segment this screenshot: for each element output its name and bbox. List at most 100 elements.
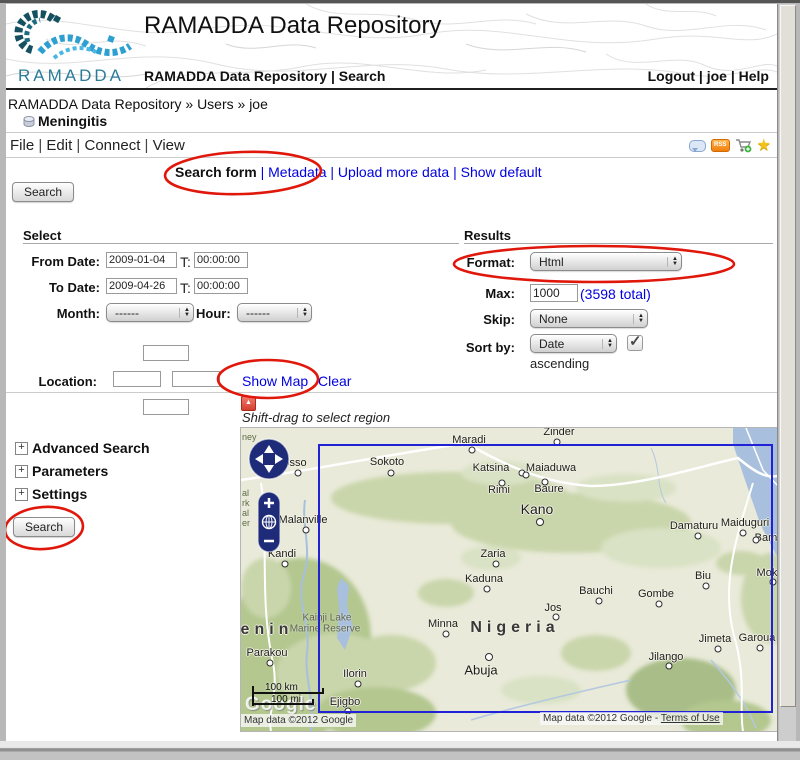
total-count-link[interactable]: (3598 total) — [580, 286, 651, 302]
from-date-input[interactable] — [106, 252, 177, 268]
chevron-up-down-icon: ▲▼ — [602, 339, 613, 349]
tab-metadata[interactable]: Metadata — [268, 164, 326, 180]
content-scrollbar-divider — [777, 4, 778, 741]
search-button-bottom[interactable]: Search — [13, 517, 75, 537]
svg-text:100 mi: 100 mi — [271, 694, 301, 705]
window-bottom-frame — [0, 741, 800, 760]
map-hint-text: Shift-drag to select region — [242, 410, 390, 425]
map-city-label: Parakou — [247, 647, 288, 659]
location-south-input[interactable] — [143, 399, 189, 415]
sort-select[interactable]: Date ▲▼ — [530, 334, 617, 353]
vertical-scrollbar[interactable] — [779, 4, 796, 741]
location-west-input[interactable] — [113, 371, 161, 387]
ramadda-logo-icon — [10, 6, 138, 66]
section-advanced-search[interactable]: Advanced Search — [32, 440, 150, 456]
section-parameters[interactable]: Parameters — [32, 463, 108, 479]
month-label: Month: — [6, 306, 100, 321]
star-icon[interactable]: ★ — [757, 139, 771, 153]
comment-icon[interactable] — [689, 140, 706, 152]
tab-show-default[interactable]: Show default — [461, 164, 542, 180]
svg-text:100 km: 100 km — [265, 682, 298, 693]
format-select[interactable]: Html ▲▼ — [530, 252, 682, 271]
chevron-up-down-icon: ▲▼ — [633, 314, 644, 324]
skip-label: Skip: — [386, 312, 515, 327]
page-title: RAMADDA Data Repository — [144, 12, 441, 40]
scrollbar-thumb[interactable] — [780, 5, 796, 707]
form-divider — [6, 392, 777, 393]
map-city-label: Zinder — [543, 427, 574, 438]
terms-of-use-link[interactable]: Terms of Use — [661, 713, 720, 724]
map-label-fragment: rk — [242, 498, 250, 508]
map-city-marker — [282, 561, 289, 568]
page-content: RAMADDA RAMADDA Data Repository RAMADDA … — [6, 4, 777, 741]
tab-search-form[interactable]: Search form — [175, 164, 257, 180]
to-time-t-label: T: — [180, 280, 191, 296]
map-attribution-left: Map data ©2012 Google — [241, 714, 356, 727]
select-section-header: Select — [23, 228, 61, 243]
hour-label: Hour: — [196, 306, 234, 321]
expand-plus-icon[interactable]: + — [15, 488, 28, 501]
repository-nav-links[interactable]: RAMADDA Data Repository | Search — [144, 68, 385, 84]
select-divider — [23, 243, 459, 244]
map-scale-bar: 100 km 100 mi — [251, 680, 341, 712]
map-city-marker — [267, 660, 274, 667]
max-input[interactable] — [530, 284, 578, 302]
page-header: RAMADDA RAMADDA Data Repository RAMADDA … — [6, 4, 777, 90]
search-button-top[interactable]: Search — [12, 182, 74, 202]
entry-cylinder-icon — [22, 115, 36, 128]
show-map-link[interactable]: Show Map — [242, 373, 308, 389]
map-selection-rectangle[interactable] — [318, 444, 773, 713]
map-pan-control[interactable] — [248, 438, 290, 480]
from-date-label: From Date: — [6, 254, 100, 269]
menu-bar: File | Edit | Connect | View — [10, 137, 185, 154]
results-divider — [464, 243, 773, 244]
menu-item-edit[interactable]: Edit — [46, 137, 72, 154]
clear-link[interactable]: Clear — [318, 373, 351, 389]
menu-row: File | Edit | Connect | View RSS ★ — [6, 133, 777, 158]
location-north-input[interactable] — [143, 345, 189, 361]
cart-icon[interactable] — [735, 138, 752, 153]
breadcrumb[interactable]: RAMADDA Data Repository » Users » joe — [8, 96, 268, 112]
expand-plus-icon[interactable]: + — [15, 465, 28, 478]
entry-tabs: Search form | Metadata | Upload more dat… — [175, 164, 542, 180]
menu-item-file[interactable]: File — [10, 137, 34, 154]
location-label: Location: — [6, 374, 97, 389]
map-zoom-control[interactable] — [258, 492, 280, 552]
section-settings[interactable]: Settings — [32, 486, 87, 502]
sort-ascending-checkbox[interactable] — [627, 335, 643, 351]
month-select[interactable]: ------ ▲▼ — [106, 303, 194, 322]
entry-row: Meningitis — [6, 111, 777, 133]
chevron-up-down-icon: ▲▼ — [297, 308, 308, 318]
from-time-input[interactable] — [194, 252, 248, 268]
map-label-fragment: al — [242, 508, 249, 518]
map-city-marker — [303, 527, 310, 534]
results-section-header: Results — [464, 228, 511, 243]
max-label: Max: — [386, 286, 515, 301]
format-label: Format: — [386, 255, 515, 270]
to-date-input[interactable] — [106, 278, 177, 294]
skip-select[interactable]: None ▲▼ — [530, 309, 648, 328]
tab-upload-more-data[interactable]: Upload more data — [338, 164, 449, 180]
user-links[interactable]: Logout | joe | Help — [648, 68, 769, 84]
sort-order-text: ascending — [530, 356, 589, 371]
window-top-edge — [0, 0, 800, 3]
map-label-fragment: er — [242, 518, 250, 528]
chevron-up-down-icon: ▲▼ — [667, 257, 678, 267]
menu-item-connect[interactable]: Connect — [85, 137, 141, 154]
rss-icon[interactable]: RSS — [711, 139, 730, 152]
chevron-up-down-icon: ▲▼ — [179, 308, 190, 318]
map-city-marker — [295, 470, 302, 477]
map-label-fragment: al — [242, 488, 249, 498]
map-panel: ▲ Shift-drag to select region — [240, 394, 777, 734]
hour-select[interactable]: ------ ▲▼ — [237, 303, 312, 322]
entry-toolbar-icons: RSS ★ — [689, 138, 771, 153]
map-canvas[interactable]: ZinderMaradiossoSokotoKatsinaMaiaduwaRim… — [240, 427, 777, 732]
collapse-map-icon[interactable]: ▲ — [241, 396, 256, 411]
to-time-input[interactable] — [194, 278, 248, 294]
menu-item-view[interactable]: View — [153, 137, 185, 154]
location-east-input[interactable] — [172, 371, 220, 387]
expand-plus-icon[interactable]: + — [15, 442, 28, 455]
to-date-label: To Date: — [6, 280, 100, 295]
sort-by-label: Sort by: — [386, 340, 515, 355]
map-country-label: enin — [241, 621, 294, 639]
